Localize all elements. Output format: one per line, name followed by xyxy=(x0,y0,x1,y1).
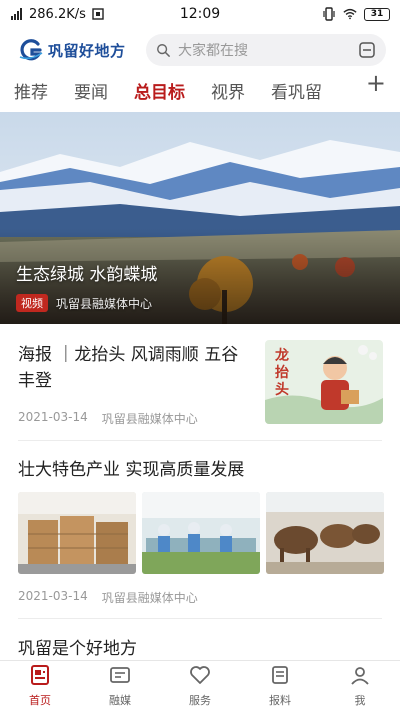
article-title: 海报 ｜龙抬头 风调雨顺 五谷丰登 xyxy=(18,345,239,391)
article-source: 巩留县融媒体中心 xyxy=(101,591,198,605)
network-speed: 286.2K/s xyxy=(29,6,86,22)
tab-news[interactable]: 要闻 xyxy=(74,78,108,103)
list-item[interactable]: 海报 ｜龙抬头 风调雨顺 五谷丰登 2021-03-14 巩留县融媒体中心 龙抬… xyxy=(0,324,400,440)
article-meta: 2021-03-14 巩留县融媒体中心 xyxy=(18,410,198,427)
user-icon xyxy=(349,664,371,690)
hero-banner[interactable]: 生态绿城 水韵蝶城 视频 巩留县融媒体中心 xyxy=(0,112,400,324)
add-channel-button[interactable]: + xyxy=(366,69,386,97)
article-thumbnail: 龙抬头 xyxy=(265,340,383,424)
article-title: 巩留是个好地方 xyxy=(18,639,137,659)
hero-source: 巩留县融媒体中心 xyxy=(56,296,153,311)
heart-service-icon xyxy=(189,664,211,690)
tab-general-goal[interactable]: 总目标 xyxy=(134,78,185,103)
nav-report[interactable]: 报料 xyxy=(240,661,320,711)
notification-icon xyxy=(91,7,105,21)
battery-indicator: 31 xyxy=(364,7,390,21)
report-icon xyxy=(269,664,291,690)
search-bar[interactable]: 大家都在搜 xyxy=(146,34,386,66)
media-icon xyxy=(109,664,131,690)
nav-service[interactable]: 服务 xyxy=(160,661,240,711)
status-right: 31 xyxy=(322,7,390,21)
tab-gongliu[interactable]: 看巩留 xyxy=(271,78,322,103)
vibrate-icon xyxy=(322,7,336,21)
article-image-factory xyxy=(142,492,260,574)
tab-vision[interactable]: 视界 xyxy=(211,78,245,103)
status-left: 286.2K/s xyxy=(10,7,105,22)
search-placeholder: 大家都在搜 xyxy=(178,43,248,59)
signal-icon xyxy=(10,7,24,21)
search-icon xyxy=(156,43,170,57)
video-badge: 视频 xyxy=(16,294,48,312)
logo-text: 巩留好地方 xyxy=(48,41,126,60)
article-date: 2021-03-14 xyxy=(18,410,88,424)
nav-report-label: 报料 xyxy=(269,694,291,707)
nav-service-label: 服务 xyxy=(189,694,211,707)
list-item[interactable]: 壮大特色产业 实现高质量发展 2021-03-14 巩留县融媒体中心 xyxy=(0,441,400,617)
tab-recommend[interactable]: 推荐 xyxy=(14,78,48,103)
nav-me[interactable]: 我 xyxy=(320,661,400,711)
article-title: 壮大特色产业 实现高质量发展 xyxy=(18,460,245,480)
nav-home-label: 首页 xyxy=(29,694,51,707)
hero-meta: 视频 巩留县融媒体中心 xyxy=(16,294,152,312)
status-bar: 286.2K/s 12:09 31 xyxy=(0,0,400,28)
article-image-row xyxy=(18,492,384,574)
article-source: 巩留县融媒体中心 xyxy=(101,412,198,426)
scan-icon[interactable] xyxy=(358,41,376,59)
app-header: 巩留好地方 大家都在搜 xyxy=(0,32,400,68)
article-date: 2021-03-14 xyxy=(18,589,88,603)
channel-tabs: 推荐 要闻 总目标 视界 看巩留 + xyxy=(0,69,400,108)
divider xyxy=(18,618,382,619)
article-meta: 2021-03-14 巩留县融媒体中心 xyxy=(18,589,198,606)
thumbnail-caption: 龙抬头 xyxy=(275,348,289,398)
hero-image xyxy=(0,112,400,324)
article-image-camels xyxy=(266,492,384,574)
hero-title: 生态绿城 水韵蝶城 xyxy=(16,265,158,285)
wifi-icon xyxy=(343,7,357,21)
nav-media[interactable]: 融媒 xyxy=(80,661,160,711)
bottom-nav: 首页 融媒 服务 报料 我 xyxy=(0,660,400,711)
app-logo[interactable]: 巩留好地方 xyxy=(18,39,136,61)
list-item[interactable]: 巩留是个好地方 xyxy=(0,620,400,660)
article-image-boxes xyxy=(18,492,136,574)
home-icon xyxy=(29,664,51,690)
nav-me-label: 我 xyxy=(354,694,366,707)
nav-media-label: 融媒 xyxy=(109,694,131,707)
nav-home[interactable]: 首页 xyxy=(0,661,80,711)
logo-mark-icon xyxy=(18,39,44,61)
